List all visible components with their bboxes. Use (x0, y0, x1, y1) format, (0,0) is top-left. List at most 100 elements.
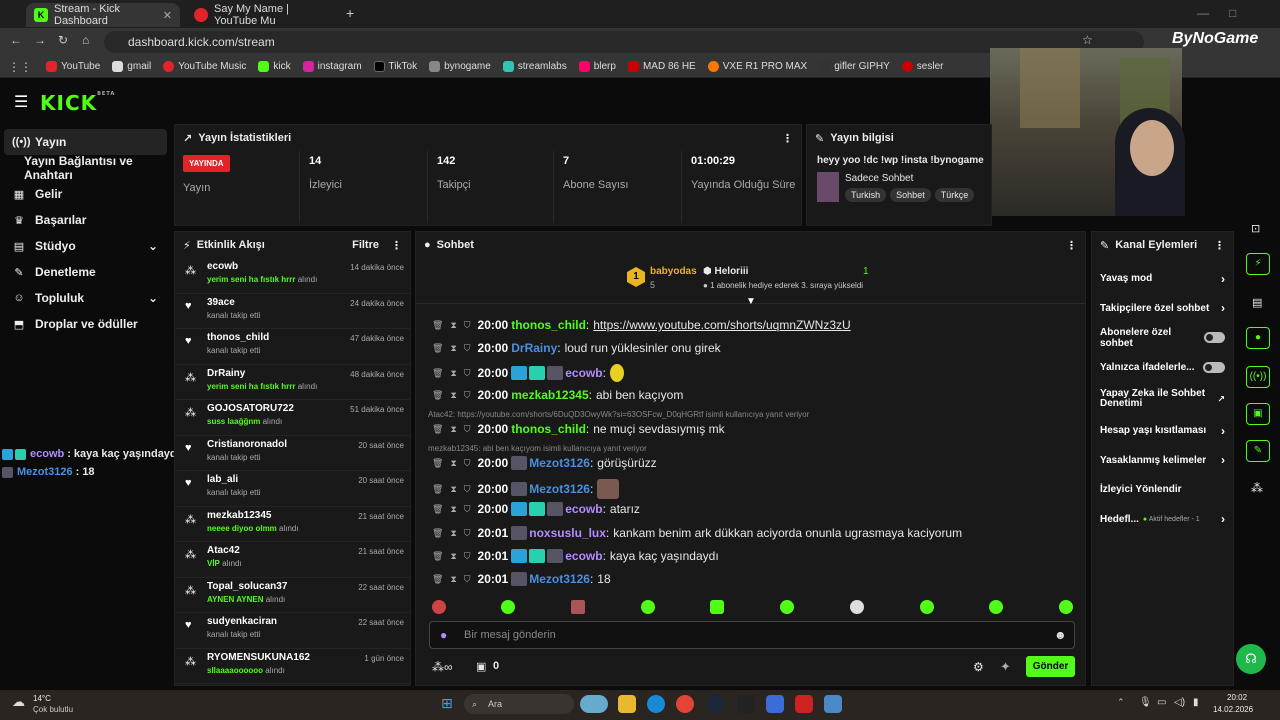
sidebar-item-droplar[interactable]: ⬒ Droplar ve ödüller (0, 311, 172, 337)
obs-icon[interactable] (795, 695, 813, 713)
chat-message[interactable]: 🗑 ⧗ ⛉ 20:00 mezkab12345: abi ben kaçıyom (432, 388, 683, 402)
emote[interactable] (432, 600, 446, 614)
activity-item[interactable]: ⁂ DrRainy yerim seni ha fıstık hrrr alın… (175, 365, 410, 400)
timeout-icon[interactable]: ⧗ (450, 390, 456, 401)
delete-message-icon[interactable]: 🗑 (432, 484, 443, 495)
gift-target[interactable]: ⬢ Heloriii (703, 266, 748, 277)
emote[interactable] (571, 600, 585, 614)
tab-youtube-music[interactable]: Say My Name | YouTube Mu (186, 3, 336, 27)
bookmark-item[interactable]: YouTube Music (163, 61, 246, 72)
app-icon[interactable] (824, 695, 842, 713)
chat-username[interactable]: thonos_child (511, 422, 586, 436)
sidebar-item-basarilar[interactable]: ♛ Başarılar (0, 207, 172, 233)
ban-icon[interactable]: ⛉ (464, 528, 471, 539)
channel-action-item[interactable]: Takipçilere özel sohbet › (1092, 294, 1233, 324)
sidebar-item-yayin[interactable]: ((•)) Yayın (4, 129, 167, 155)
timeout-icon[interactable]: ⧗ (450, 574, 456, 585)
emote[interactable] (1059, 600, 1073, 614)
chat-text[interactable]: https://www.youtube.com/shorts/uqmnZWNz3… (593, 318, 850, 332)
menu-hamburger-icon[interactable]: ☰ (14, 92, 28, 112)
channel-action-item[interactable]: Yasaklanmış kelimeler › (1092, 446, 1233, 476)
bookmark-item[interactable]: gifler GIPHY (819, 61, 890, 72)
channel-action-item[interactable]: Yavaş mod › (1092, 264, 1233, 294)
channel-action-item[interactable]: Yalnızca ifadelerle... (1092, 353, 1233, 383)
emote[interactable] (641, 600, 655, 614)
send-button[interactable]: Gönder (1026, 656, 1075, 677)
back-icon[interactable]: ← (10, 33, 22, 47)
collapse-icon[interactable]: ▼ (746, 296, 756, 307)
support-button[interactable]: ☊ (1236, 644, 1266, 674)
activity-item[interactable]: ♥ thonos_child kanalı takip etti 47 daki… (175, 329, 410, 365)
activity-user[interactable]: mezkab12345 (207, 510, 358, 521)
chat-message[interactable]: 🗑 ⧗ ⛉ 20:01 noxsuslu_lux: kankam benim ark … (432, 526, 962, 540)
delete-message-icon[interactable]: 🗑 (432, 458, 443, 469)
timeout-icon[interactable]: ⧗ (450, 528, 456, 539)
close-tab-icon[interactable]: ✕ (163, 9, 172, 22)
channel-action-item[interactable]: Abonelere özel sohbet (1092, 323, 1233, 353)
chat-username[interactable]: Mezot3126 (529, 572, 590, 586)
timeout-icon[interactable]: ⧗ (450, 458, 456, 469)
activity-item[interactable]: ⁂ Topal_solucan37 AYNEN AYNEN alındı 22 … (175, 578, 410, 613)
activity-user[interactable]: sudyenkaciran (207, 616, 358, 627)
activity-user[interactable]: ecowb (207, 261, 350, 272)
epic-games-icon[interactable] (737, 695, 755, 713)
activity-item[interactable]: ♥ 39ace kanalı takip etti 24 dakika önce (175, 294, 410, 329)
sidebar-item-stream-key[interactable]: Yayın Bağlantısı ve Anahtarı (0, 154, 172, 182)
emote[interactable] (850, 600, 864, 614)
chat-username[interactable]: Mezot3126 (529, 456, 590, 470)
activity-user[interactable]: DrRainy (207, 368, 350, 379)
delete-message-icon[interactable]: 🗑 (432, 504, 443, 515)
delete-message-icon[interactable]: 🗑 (432, 343, 443, 354)
timeout-icon[interactable]: ⧗ (450, 343, 456, 354)
ban-icon[interactable]: ⛉ (464, 504, 471, 515)
chat-username[interactable]: ecowb (565, 549, 602, 563)
delete-message-icon[interactable]: 🗑 (432, 424, 443, 435)
activity-item[interactable]: ⁂ GOJOSATORU722 suss laağğnm alındı 51 d… (175, 400, 410, 436)
activity-user[interactable]: Atac42 (207, 545, 358, 556)
minimize-icon[interactable]: — (1197, 6, 1209, 20)
emoji-icon[interactable]: ☻ (1054, 628, 1067, 642)
screenshot-icon[interactable]: ⊡ (1251, 222, 1260, 235)
bookmark-item[interactable]: sesler (901, 61, 943, 72)
community-icon[interactable]: ⁂ (1251, 481, 1263, 495)
bookmark-item[interactable]: VXE R1 PRO MAX (707, 61, 807, 72)
chat-message[interactable]: 🗑 ⧗ ⛉ 20:00 Mezot3126: (432, 479, 620, 499)
channel-action-item[interactable]: Hesap yaşı kısıtlaması › (1092, 416, 1233, 446)
edge-icon[interactable] (647, 695, 665, 713)
activity-item[interactable]: ⁂ ecowb yerim seni ha fıstık hrrr alındı… (175, 258, 410, 294)
apps-grid-icon[interactable]: ⋮⋮ (8, 60, 32, 74)
rail-button-layout[interactable]: ▣ (1246, 403, 1270, 425)
channel-action-item[interactable]: Yapay Zeka ile Sohbet Denetimi ↗ (1092, 382, 1233, 416)
activity-item[interactable]: ♥ lab_ali kanalı takip etti 20 saat önce (175, 471, 410, 507)
chat-message[interactable]: 🗑 ⧗ ⛉ 20:00 ecowb: (432, 364, 624, 382)
ban-icon[interactable]: ⛉ (464, 390, 471, 401)
chat-message[interactable]: 🗑 ⧗ ⛉ 20:00 Mezot3126: görüşürüzz (432, 456, 657, 470)
windows-start-icon[interactable]: ⊞ (441, 695, 453, 712)
filter-button[interactable]: Filtre (352, 239, 379, 251)
activity-user[interactable]: GOJOSATORU722 (207, 403, 350, 414)
chat-username[interactable]: mezkab12345 (511, 388, 588, 402)
bookmark-item[interactable]: bynogame (429, 61, 491, 72)
mic-icon[interactable]: ● (440, 628, 447, 642)
more-options-icon[interactable]: ⋮ (391, 239, 402, 252)
widget-icon[interactable] (580, 695, 608, 713)
chat-username[interactable]: ecowb (565, 366, 602, 380)
settings-gear-icon[interactable]: ⚙ (973, 660, 984, 674)
steam-icon[interactable] (707, 695, 725, 713)
chat-username[interactable]: thonos_child (511, 318, 586, 332)
activity-user[interactable]: RYOMENSUKUNA162 (207, 652, 364, 663)
chat-message[interactable]: 🗑 ⧗ ⛉ 20:00 ecowb: atarız (432, 502, 640, 516)
ban-icon[interactable]: ⛉ (464, 424, 471, 435)
channel-action-item[interactable]: Hedefl... ● Aktif hedefler - 1 › (1092, 505, 1233, 535)
emote[interactable] (710, 600, 724, 614)
delete-message-icon[interactable]: 🗑 (432, 574, 443, 585)
delete-message-icon[interactable]: 🗑 (432, 320, 443, 331)
home-icon[interactable]: ⌂ (82, 33, 89, 47)
more-options-icon[interactable]: ⋮ (782, 132, 793, 145)
chat-message[interactable]: 🗑 ⧗ ⛉ 20:01 Mezot3126:18 (432, 572, 611, 586)
tab-kick-dashboard[interactable]: K Stream - Kick Dashboard ✕ (26, 3, 180, 27)
chat-mod-icon[interactable]: ✦ (1000, 659, 1011, 675)
chat-input[interactable]: ● Bir mesaj gönderin ☻ (429, 621, 1075, 649)
activity-item[interactable]: ♥ Cristianoronadol kanalı takip etti 20 … (175, 436, 410, 471)
mic-tray-icon[interactable]: 🎙 (1139, 697, 1152, 708)
